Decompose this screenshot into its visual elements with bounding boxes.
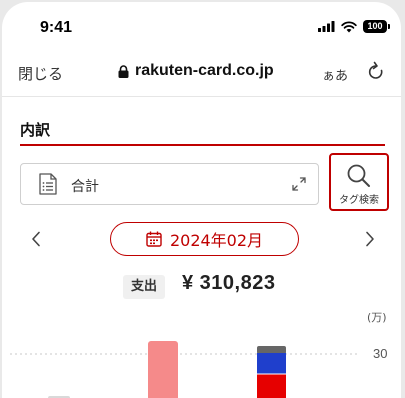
calendar-icon [146, 231, 162, 247]
reload-icon[interactable] [366, 61, 386, 83]
phone-screen: 9:41 100 閉じる rakuten-card.co.jp ぁあ 内訳 合計… [2, 2, 401, 398]
section-title: 内訳 [20, 121, 51, 139]
title-divider [20, 144, 385, 146]
chevron-left-icon[interactable] [30, 231, 42, 247]
bar-segment-gray [257, 346, 286, 354]
category-label: 合計 [71, 179, 99, 195]
wifi-icon [341, 20, 357, 32]
signal-icon [318, 21, 335, 32]
lock-icon [118, 64, 129, 78]
y-tick-label: 30 [373, 346, 387, 361]
expense-badge: 支出 [123, 275, 165, 299]
chart-unit-label: (万) [367, 311, 387, 324]
document-icon [39, 173, 57, 195]
bar-segment-blue [257, 353, 286, 374]
url-text: rakuten-card.co.jp [135, 62, 274, 79]
battery-icon: 100 [363, 20, 390, 33]
tag-search-label: タグ検索 [339, 195, 379, 206]
bar-segment-divider [257, 373, 286, 375]
browser-bar: 閉じる rakuten-card.co.jp ぁあ [2, 52, 401, 97]
bar-segment-red [257, 374, 286, 398]
bar-prev-month [148, 341, 178, 398]
status-icons: 100 [318, 20, 390, 33]
month-selector[interactable]: 2024年02月 [110, 222, 299, 256]
expand-icon[interactable] [292, 177, 306, 191]
url-bar[interactable]: rakuten-card.co.jp [118, 62, 274, 80]
tag-search-button[interactable]: タグ検索 [329, 153, 389, 211]
expense-amount: ¥ 310,823 [182, 272, 276, 294]
category-selector[interactable]: 合計 [20, 163, 319, 205]
month-label: 2024年02月 [169, 231, 264, 250]
close-button[interactable]: 閉じる [18, 63, 63, 84]
status-time: 9:41 [40, 19, 73, 36]
expense-bar-chart: 30 [10, 341, 387, 398]
text-size-button[interactable]: ぁあ [322, 65, 348, 84]
search-icon [347, 164, 370, 187]
chevron-right-icon[interactable] [364, 231, 376, 247]
